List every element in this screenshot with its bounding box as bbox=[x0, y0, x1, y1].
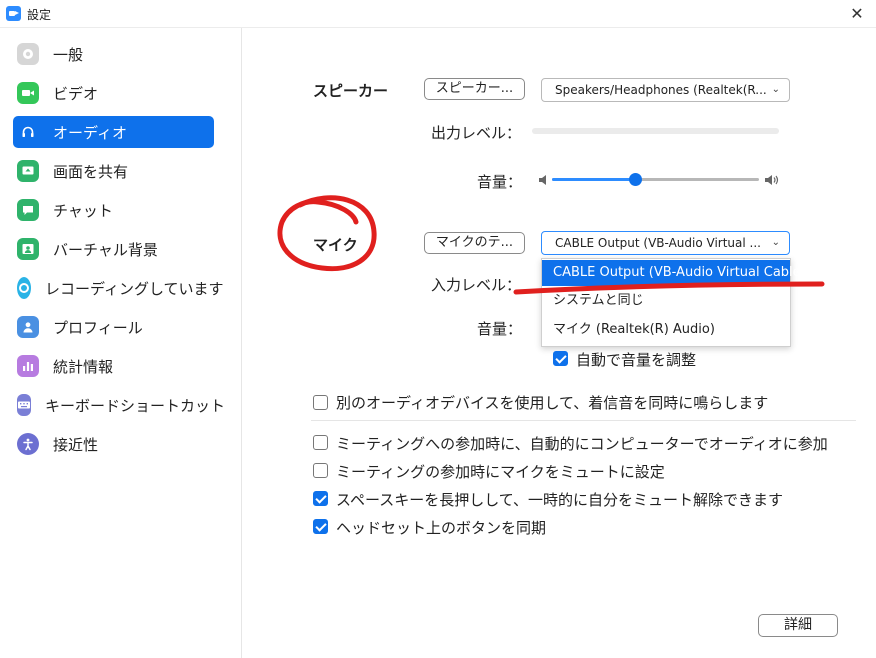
speaker-device-select[interactable]: Speakers/Headphones (Realtek(R... ⌄ bbox=[541, 78, 790, 102]
separate-ringtone-checkbox[interactable] bbox=[313, 395, 328, 410]
share-screen-icon bbox=[17, 160, 39, 182]
headset-sync-label: ヘッドセット上のボタンを同期 bbox=[336, 519, 547, 537]
speaker-volume-label: 音量： bbox=[477, 173, 523, 191]
chevron-down-icon: ⌄ bbox=[771, 237, 780, 248]
record-icon bbox=[17, 277, 31, 299]
gear-icon bbox=[17, 43, 39, 65]
mute-on-join-label: ミーティングの参加時にマイクをミュートに設定 bbox=[336, 463, 665, 481]
mic-device-dropdown: CABLE Output (VB-Audio Virtual Cable) シス… bbox=[541, 258, 806, 347]
sidebar-item-label: オーディオ bbox=[53, 123, 127, 142]
auto-adjust-volume-label: 自動で音量を調整 bbox=[576, 351, 697, 369]
dropdown-option[interactable]: マイク (Realtek(R) Audio) bbox=[542, 317, 790, 343]
separate-ringtone-label: 別のオーディオデバイスを使用して、着信音を同時に鳴らします bbox=[336, 394, 769, 412]
sidebar-item-label: キーボードショートカット bbox=[45, 396, 226, 415]
input-level-label: 入力レベル： bbox=[431, 276, 522, 294]
sidebar-item-label: 画面を共有 bbox=[53, 162, 129, 181]
mic-device-value: CABLE Output (VB-Audio Virtual ... bbox=[555, 236, 761, 250]
auto-join-audio-checkbox[interactable] bbox=[313, 435, 328, 450]
sidebar-item-accessibility[interactable]: 接近性 bbox=[13, 428, 214, 460]
sidebar-item-chat[interactable]: チャット bbox=[13, 194, 214, 226]
sidebar-item-label: チャット bbox=[53, 201, 113, 220]
chevron-down-icon: ⌄ bbox=[771, 84, 780, 95]
sidebar-item-video[interactable]: ビデオ bbox=[13, 77, 214, 109]
auto-join-audio-label: ミーティングへの参加時に、自動的にコンピューターでオーディオに参加 bbox=[336, 435, 828, 453]
sidebar-item-label: レコーディングしています bbox=[45, 279, 224, 298]
background-icon bbox=[17, 238, 39, 260]
section-divider bbox=[311, 420, 856, 421]
output-level-label: 出力レベル： bbox=[431, 124, 522, 142]
keyboard-icon bbox=[17, 394, 31, 416]
test-mic-button[interactable]: マイクのテ... bbox=[424, 232, 525, 254]
headphones-icon bbox=[17, 121, 39, 143]
mute-on-join-checkbox[interactable] bbox=[313, 463, 328, 478]
sidebar-item-label: ビデオ bbox=[53, 84, 99, 103]
output-level-meter bbox=[532, 128, 779, 134]
mic-volume-label: 音量： bbox=[477, 320, 523, 338]
stats-icon bbox=[17, 355, 39, 377]
sidebar-item-keyboard-shortcuts[interactable]: キーボードショートカット bbox=[13, 389, 225, 421]
sidebar: 一般 ビデオ オーディオ 画面を共有 チャット バーチャル背景 レコーディングし… bbox=[0, 28, 242, 658]
accessibility-icon bbox=[17, 433, 39, 455]
auto-adjust-volume-checkbox[interactable] bbox=[553, 351, 568, 366]
video-icon bbox=[17, 82, 39, 104]
speaker-volume-thumb[interactable] bbox=[629, 173, 642, 186]
volume-low-icon bbox=[539, 175, 546, 185]
sidebar-item-label: バーチャル背景 bbox=[53, 240, 158, 259]
speaker-volume-fill bbox=[552, 178, 635, 181]
sidebar-item-statistics[interactable]: 統計情報 bbox=[13, 350, 214, 382]
mic-device-select[interactable]: CABLE Output (VB-Audio Virtual ... ⌄ bbox=[541, 231, 790, 255]
dropdown-option[interactable]: システムと同じ bbox=[542, 288, 790, 314]
sidebar-item-recording[interactable]: レコーディングしています bbox=[13, 272, 224, 304]
sidebar-item-profile[interactable]: プロフィール bbox=[13, 311, 214, 343]
sidebar-item-share-screen[interactable]: 画面を共有 bbox=[13, 155, 214, 187]
sidebar-item-label: プロフィール bbox=[53, 318, 143, 337]
window-title: 設定 bbox=[27, 8, 52, 22]
sidebar-item-label: 統計情報 bbox=[53, 357, 114, 376]
headset-sync-checkbox[interactable] bbox=[313, 519, 328, 534]
space-unmute-label: スペースキーを長押しして、一時的に自分をミュート解除できます bbox=[336, 491, 784, 509]
sidebar-item-general[interactable]: 一般 bbox=[13, 38, 214, 70]
test-speaker-button[interactable]: スピーカー... bbox=[424, 78, 525, 100]
space-unmute-checkbox[interactable] bbox=[313, 491, 328, 506]
chat-icon bbox=[17, 199, 39, 221]
speaker-section-label: スピーカー bbox=[313, 82, 389, 100]
profile-icon bbox=[17, 316, 39, 338]
advanced-button[interactable]: 詳細 bbox=[758, 614, 838, 637]
speaker-device-value: Speakers/Headphones (Realtek(R... bbox=[555, 83, 767, 97]
volume-high-icon bbox=[765, 175, 779, 185]
close-icon[interactable]: ✕ bbox=[846, 3, 868, 25]
zoom-app-icon bbox=[6, 6, 21, 21]
sidebar-item-virtual-background[interactable]: バーチャル背景 bbox=[13, 233, 214, 265]
title-bar: 設定 ✕ bbox=[0, 0, 876, 28]
sidebar-item-label: 一般 bbox=[53, 45, 84, 64]
sidebar-item-audio[interactable]: オーディオ bbox=[13, 116, 214, 148]
mic-section-label: マイク bbox=[313, 236, 358, 254]
dropdown-option[interactable]: CABLE Output (VB-Audio Virtual Cable) bbox=[542, 260, 806, 286]
sidebar-item-label: 接近性 bbox=[53, 435, 99, 454]
